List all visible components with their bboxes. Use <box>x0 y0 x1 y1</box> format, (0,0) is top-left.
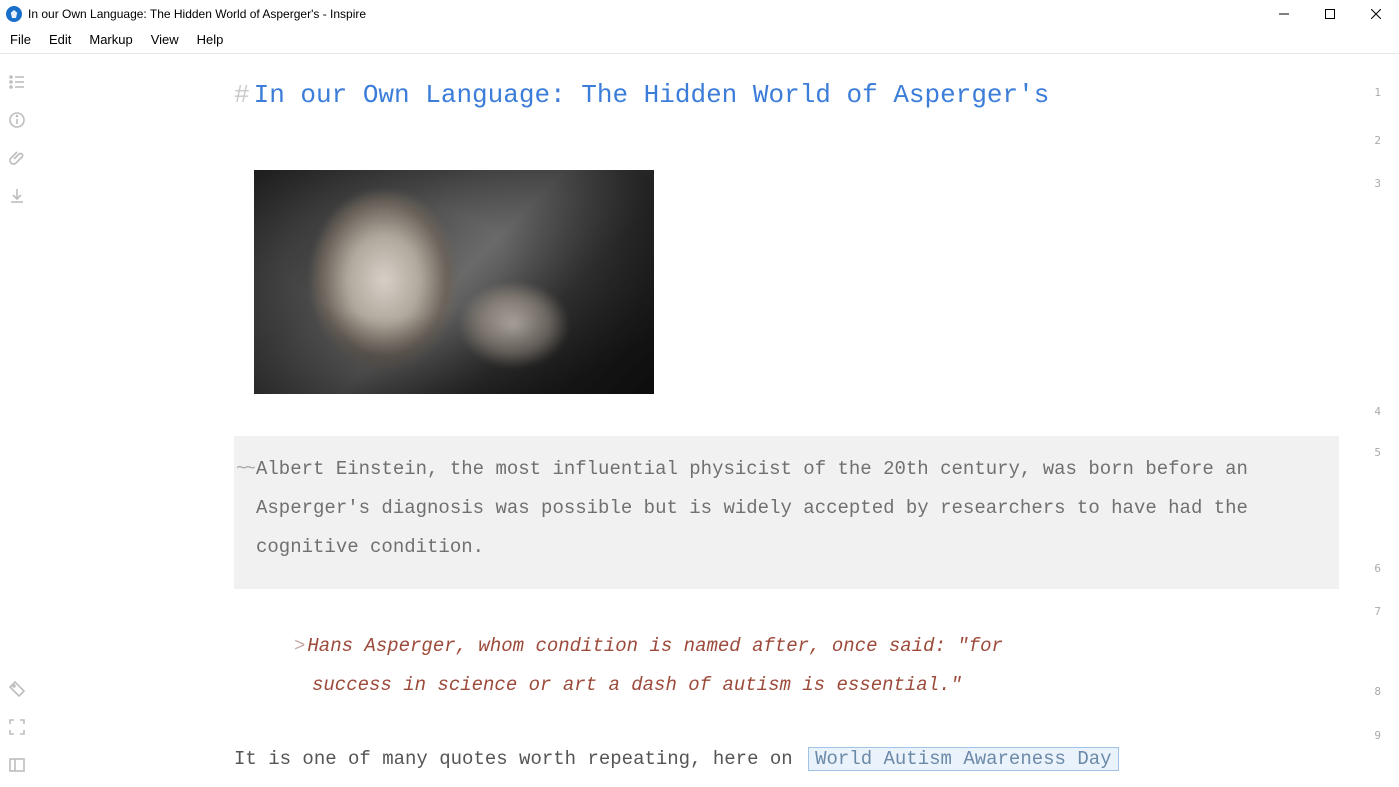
line-number: 5 <box>1374 446 1381 459</box>
menu-file[interactable]: File <box>10 32 31 47</box>
body-text: It is one of many quotes worth repeating… <box>234 748 804 770</box>
line-number: 2 <box>1374 134 1381 147</box>
line-number: 3 <box>1374 177 1381 190</box>
attachment-icon[interactable] <box>7 148 27 168</box>
titlebar: In our Own Language: The Hidden World of… <box>0 0 1399 28</box>
panel-icon[interactable] <box>7 755 27 775</box>
heading-marker: # <box>234 80 250 110</box>
line-number: 6 <box>1374 562 1381 575</box>
outline-icon[interactable] <box>7 72 27 92</box>
info-icon[interactable] <box>7 110 27 130</box>
window-title: In our Own Language: The Hidden World of… <box>28 7 366 21</box>
strike-text: Albert Einstein, the most influential ph… <box>256 458 1248 558</box>
window-controls <box>1261 0 1399 28</box>
blockquote[interactable]: >Hans Asperger, whom condition is named … <box>294 627 1339 705</box>
menu-view[interactable]: View <box>151 32 179 47</box>
menu-edit[interactable]: Edit <box>49 32 71 47</box>
left-toolbar <box>0 54 34 785</box>
menu-markup[interactable]: Markup <box>89 32 132 47</box>
minimize-button[interactable] <box>1261 0 1307 28</box>
fullscreen-icon[interactable] <box>7 717 27 737</box>
line-number: 7 <box>1374 605 1381 618</box>
line-number: 9 <box>1374 729 1381 742</box>
link-highlight[interactable]: World Autism Awareness Day <box>808 747 1118 771</box>
tag-icon[interactable] <box>7 679 27 699</box>
heading-text: In our Own Language: The Hidden World of… <box>254 80 1050 110</box>
editor-area[interactable]: 1 2 3 4 5 6 7 8 9 #In our Own Language: … <box>34 54 1399 785</box>
menu-help[interactable]: Help <box>197 32 224 47</box>
app-icon <box>6 6 22 22</box>
menubar: File Edit Markup View Help <box>0 28 1399 54</box>
line-number: 8 <box>1374 685 1381 698</box>
strike-marker: ~~ <box>236 450 253 489</box>
quote-line-2: success in science or art a dash of auti… <box>312 674 962 696</box>
quote-marker: > <box>294 635 305 657</box>
line-number: 4 <box>1374 405 1381 418</box>
strikethrough-paragraph[interactable]: ~~ Albert Einstein, the most influential… <box>234 436 1339 589</box>
quote-line-1: Hans Asperger, whom condition is named a… <box>307 635 1003 657</box>
body-paragraph[interactable]: It is one of many quotes worth repeating… <box>234 747 1339 771</box>
close-button[interactable] <box>1353 0 1399 28</box>
maximize-button[interactable] <box>1307 0 1353 28</box>
download-icon[interactable] <box>7 186 27 206</box>
embedded-image[interactable] <box>254 170 654 394</box>
line-number: 1 <box>1374 86 1381 99</box>
document-heading[interactable]: #In our Own Language: The Hidden World o… <box>234 80 1339 110</box>
